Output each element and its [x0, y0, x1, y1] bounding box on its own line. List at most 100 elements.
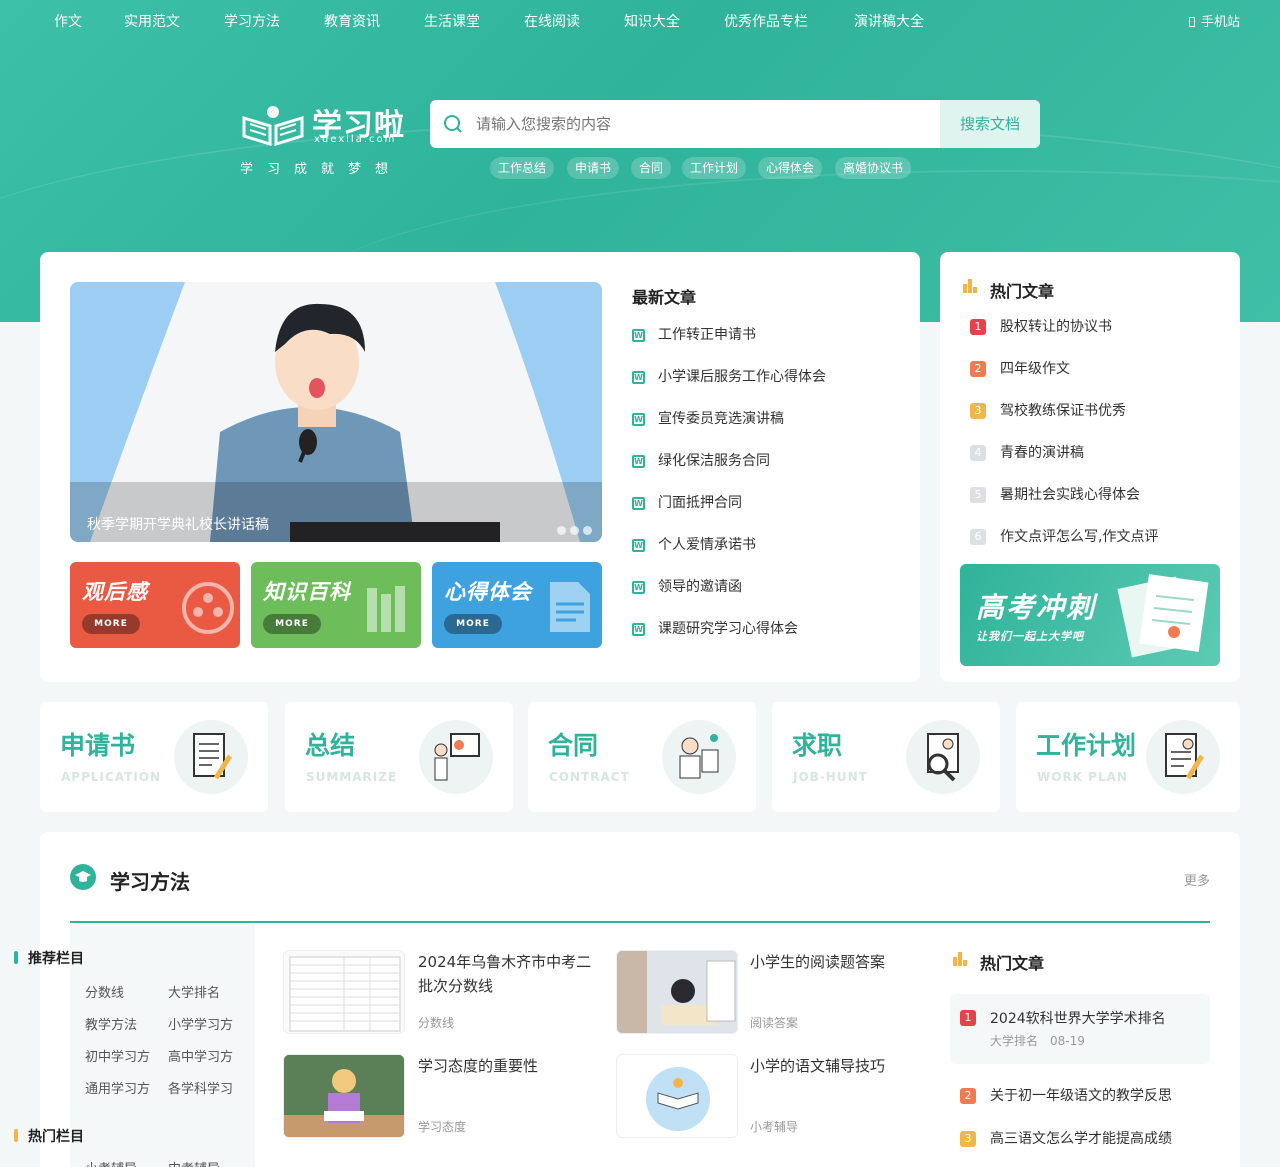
word-doc-icon: W: [632, 412, 645, 426]
hot-article-item[interactable]: 4 青春的演讲稿: [970, 442, 1084, 462]
latest-article-item[interactable]: W 宣传委员竞选演讲稿: [632, 408, 784, 428]
application-doc-icon: [174, 720, 248, 794]
hotkey-lihunxieyishu[interactable]: 离婚协议书: [835, 157, 912, 179]
search-bar: 搜索文档: [430, 100, 1040, 148]
hotkey-shenqingshu[interactable]: 申请书: [567, 157, 620, 179]
search-input[interactable]: [476, 100, 936, 148]
sidebar-link[interactable]: 初中学习方: [85, 1046, 150, 1065]
hotkey-gongzuozongjie[interactable]: 工作总结: [490, 157, 555, 179]
hot-article-item[interactable]: 2 四年级作文: [970, 358, 1070, 378]
article-tag[interactable]: 阅读答案: [750, 1014, 798, 1031]
nav-item-yanjianggao[interactable]: 演讲稿大全: [854, 11, 924, 31]
hot-article-item[interactable]: 5 暑期社会实践心得体会: [970, 484, 1140, 504]
sidebar-link[interactable]: 分数线: [85, 982, 124, 1001]
banner-dot[interactable]: [570, 526, 579, 535]
sidebar-link[interactable]: 教学方法: [85, 1014, 137, 1033]
study-more-link[interactable]: 更多: [1184, 870, 1210, 889]
latest-article-item[interactable]: W 课题研究学习心得体会: [632, 618, 798, 638]
tile-zhishibaike[interactable]: 知识百科 MORE: [251, 562, 421, 648]
sidebar-link[interactable]: 通用学习方: [85, 1078, 150, 1097]
nav-item-zhishidaquan[interactable]: 知识大全: [624, 11, 680, 31]
tile-title: 知识百科: [263, 580, 351, 604]
category-name: 总结: [305, 731, 356, 760]
nav-item-shenghuoketang[interactable]: 生活课堂: [424, 11, 480, 31]
hot-article-item[interactable]: 3 驾校教练保证书优秀: [970, 400, 1126, 420]
banner-dots: [553, 520, 592, 539]
banner-dot[interactable]: [557, 526, 566, 535]
gaokao-banner[interactable]: 高考冲刺 让我们一起上大学吧: [960, 564, 1220, 666]
article-tag[interactable]: 小考辅导: [750, 1118, 798, 1135]
category-hetong[interactable]: 合同 CONTRACT: [528, 702, 756, 812]
latest-article-item[interactable]: W 领导的邀请函: [632, 576, 742, 596]
bar-chart-icon: [963, 279, 977, 293]
word-doc-icon: W: [632, 496, 645, 510]
nav-item-xuexifangfa[interactable]: 学习方法: [224, 11, 280, 31]
category-en: CONTRACT: [549, 770, 630, 784]
latest-article-item[interactable]: W 小学课后服务工作心得体会: [632, 366, 826, 386]
mobile-site-link[interactable]: 手机站: [1188, 11, 1240, 30]
category-name: 申请书: [60, 731, 136, 760]
sidebar-link[interactable]: 中考辅导: [168, 1158, 220, 1167]
word-doc-icon: W: [632, 328, 645, 342]
latest-articles-title: 最新文章: [632, 288, 697, 307]
nav-item-zuowen[interactable]: 作文: [54, 11, 82, 31]
latest-article-item[interactable]: W 工作转正申请书: [632, 324, 756, 344]
tile-more-button[interactable]: MORE: [263, 614, 321, 634]
sidebar-link[interactable]: 大学排名: [168, 982, 220, 1001]
hot-article-item[interactable]: 1 股权转让的协议书: [970, 316, 1112, 336]
document-icon: [550, 582, 590, 632]
latest-article-item[interactable]: W 门面抵押合同: [632, 492, 742, 512]
tile-more-button[interactable]: MORE: [444, 614, 502, 634]
site-logo[interactable]: 学习啦 xuexila.com 学习成就梦想: [240, 98, 410, 178]
hot-article-item[interactable]: 3 高三语文怎么学才能提高成绩: [960, 1128, 1172, 1148]
category-qiuzhi[interactable]: 求职 JOB-HUNT: [772, 702, 1000, 812]
banner-dot[interactable]: [583, 526, 592, 535]
latest-article-item[interactable]: W 绿化保洁服务合同: [632, 450, 770, 470]
tile-xindetihui[interactable]: 心得体会 MORE: [432, 562, 602, 648]
rank-badge: 3: [970, 403, 986, 419]
sidebar-link[interactable]: 各学科学习: [168, 1078, 233, 1097]
banner-slide[interactable]: 秋季学期开学典礼校长讲话稿: [70, 282, 602, 542]
study-girl-thumbnail[interactable]: [283, 1054, 405, 1138]
score-table-thumbnail[interactable]: [283, 950, 405, 1034]
article-title[interactable]: 小学的语文辅导技巧: [750, 1054, 930, 1078]
hot-top-meta: 大学排名 08-19: [990, 1034, 1085, 1048]
hotkey-xindetihui[interactable]: 心得体会: [758, 157, 823, 179]
article-title[interactable]: 小学生的阅读题答案: [750, 950, 930, 974]
hot-articles-title: 热门文章: [990, 282, 1055, 301]
word-doc-icon: W: [632, 580, 645, 594]
search-button[interactable]: 搜索文档: [940, 100, 1040, 148]
search-icon: [444, 115, 462, 133]
hotkey-gongzuojihua[interactable]: 工作计划: [682, 157, 747, 179]
sidebar-link[interactable]: 高中学习方: [168, 1046, 233, 1065]
article-tag[interactable]: 学习态度: [418, 1118, 466, 1135]
open-book-thumbnail[interactable]: [616, 1054, 738, 1138]
hotkey-hetong[interactable]: 合同: [631, 157, 672, 179]
hot-article-item[interactable]: 2 关于初一年级语文的教学反思: [960, 1085, 1172, 1105]
category-en: APPLICATION: [61, 770, 162, 784]
latest-article-item[interactable]: W 个人爱情承诺书: [632, 534, 756, 554]
exam-papers-illustration: [1117, 574, 1209, 658]
nav-item-shiyongfanwen[interactable]: 实用范文: [124, 11, 180, 31]
tile-more-button[interactable]: MORE: [82, 614, 140, 634]
sidebar-link[interactable]: 小考辅导: [85, 1158, 137, 1167]
books-icon: [367, 586, 405, 632]
hot-top-item[interactable]: 1 2024软科世界大学学术排名 大学排名 08-19: [950, 994, 1210, 1064]
rank-badge: 1: [970, 319, 986, 335]
logo-domain: xuexila.com: [314, 134, 397, 145]
nav-item-jiaoyuzixun[interactable]: 教育资讯: [324, 11, 380, 31]
sidebar-link[interactable]: 小学学习方: [168, 1014, 233, 1033]
tile-guanhougan[interactable]: 观后感 MORE: [70, 562, 240, 648]
article-tag[interactable]: 分数线: [418, 1014, 454, 1031]
tile-title: 观后感: [82, 580, 148, 604]
category-gongzuojihua[interactable]: 工作计划 WORK PLAN: [1016, 702, 1240, 812]
reading-student-thumbnail[interactable]: [616, 950, 738, 1034]
article-title[interactable]: 2024年乌鲁木齐市中考二批次分数线: [418, 950, 598, 998]
article-title[interactable]: 学习态度的重要性: [418, 1054, 598, 1078]
nav-item-zaixianyuedu[interactable]: 在线阅读: [524, 11, 580, 31]
hot-article-item[interactable]: 6 作文点评怎么写,作文点评: [970, 526, 1158, 546]
word-doc-icon: W: [632, 622, 645, 636]
nav-item-youxiuzuopin[interactable]: 优秀作品专栏: [724, 11, 808, 31]
category-shenqingshu[interactable]: 申请书 APPLICATION: [40, 702, 268, 812]
category-zongjie[interactable]: 总结 SUMMARIZE: [285, 702, 513, 812]
